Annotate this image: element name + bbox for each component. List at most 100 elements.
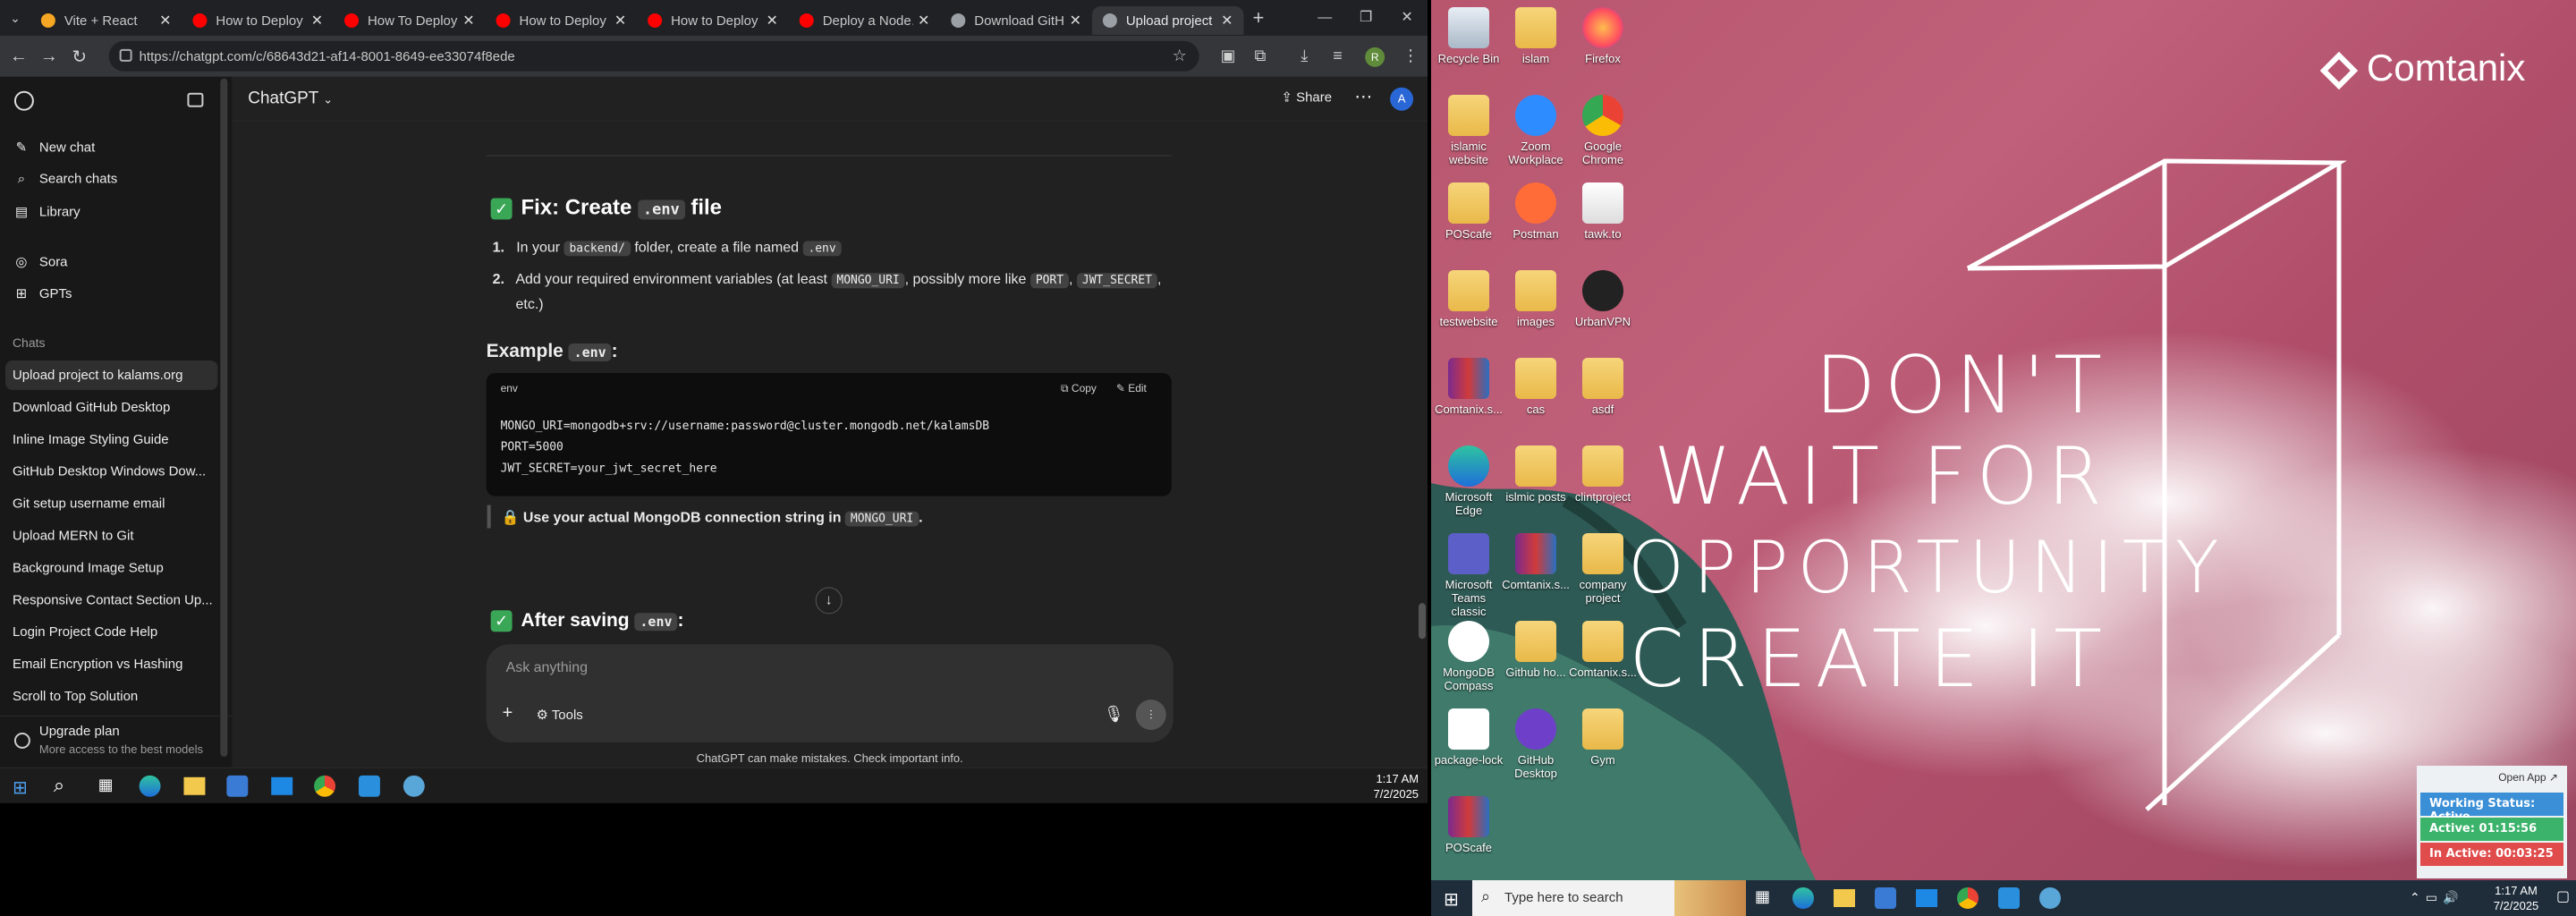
edge-icon[interactable] bbox=[1792, 887, 1814, 909]
desktop-icon[interactable]: clintproject bbox=[1567, 445, 1639, 504]
desktop-icon[interactable]: tawk.to bbox=[1567, 182, 1639, 241]
open-app-link[interactable]: Open App ↗ bbox=[2420, 769, 2563, 785]
tab-close-icon[interactable]: ✕ bbox=[766, 12, 777, 30]
vscode-icon[interactable] bbox=[358, 775, 380, 797]
browser-tab[interactable]: Deploy a Node.js✕ bbox=[789, 6, 941, 35]
openai-logo-icon[interactable] bbox=[13, 90, 34, 111]
download-icon[interactable]: ⤓ bbox=[1301, 47, 1308, 65]
voice-mode-button[interactable]: ⫶ bbox=[1135, 700, 1166, 730]
chat-history-item[interactable]: Git setup username email bbox=[13, 496, 216, 512]
chat-history-item[interactable]: Inline Image Styling Guide bbox=[13, 432, 216, 447]
task-view-icon[interactable]: ▦ bbox=[98, 776, 114, 794]
new-tab-button[interactable]: + bbox=[1252, 6, 1264, 30]
desktop-icon[interactable]: asdf bbox=[1567, 358, 1639, 416]
desktop-icon[interactable]: islmic posts bbox=[1500, 445, 1572, 504]
reload-icon[interactable]: ↻ bbox=[64, 45, 95, 67]
desktop-icon[interactable]: GitHub Desktop bbox=[1500, 708, 1572, 780]
desktop-icon[interactable]: Zoom Workplace bbox=[1500, 95, 1572, 166]
desktop-icon[interactable]: images bbox=[1500, 270, 1572, 328]
upgrade-plan-button[interactable]: Upgrade plan More access to the best mod… bbox=[0, 715, 233, 768]
file-explorer-icon[interactable] bbox=[1834, 889, 1855, 907]
search-icon[interactable]: ⌕ bbox=[54, 774, 64, 797]
tab-close-icon[interactable]: ✕ bbox=[311, 12, 323, 30]
desktop-icon[interactable]: islamic website bbox=[1433, 95, 1504, 166]
close-window-button[interactable]: ✕ bbox=[1386, 0, 1428, 36]
desktop-icon[interactable]: Comtanix.s... bbox=[1567, 621, 1639, 679]
desktop-icon[interactable]: islam bbox=[1500, 7, 1572, 65]
share-button[interactable]: ⇪ Share bbox=[1281, 89, 1332, 106]
library-button[interactable]: ▤ Library bbox=[13, 203, 80, 219]
edit-code-button[interactable]: ✎ Edit bbox=[1116, 382, 1147, 394]
chat-history-item[interactable]: Scroll to Top Solution bbox=[13, 689, 216, 704]
tab-close-icon[interactable]: ✕ bbox=[1221, 12, 1233, 30]
tab-close-icon[interactable]: ✕ bbox=[918, 12, 929, 30]
browser-tab[interactable]: Vite + React ✕ bbox=[30, 6, 182, 35]
chat-history-item[interactable]: Upload MERN to Git bbox=[13, 529, 216, 544]
chat-history-item[interactable]: GitHub Desktop Windows Dow... bbox=[13, 464, 216, 479]
sora-button[interactable]: ◎ Sora bbox=[13, 253, 67, 269]
desktop-icon[interactable]: POScafe bbox=[1433, 796, 1504, 854]
desktop-icon[interactable]: package-lock bbox=[1433, 708, 1504, 767]
desktop-icon[interactable]: Firefox bbox=[1567, 7, 1639, 65]
mail-icon[interactable] bbox=[271, 776, 293, 795]
desktop-icon[interactable]: UrbanVPN bbox=[1567, 270, 1639, 328]
chat-history-item[interactable]: Email Encryption vs Hashing bbox=[13, 657, 216, 672]
tools-button[interactable]: ⚙ Tools bbox=[536, 707, 582, 723]
desktop-icon[interactable]: cas bbox=[1500, 358, 1572, 416]
microphone-icon[interactable]: 🎙 bbox=[1104, 705, 1124, 724]
app-icon[interactable] bbox=[2039, 887, 2061, 909]
url-bar[interactable]: https://chatgpt.com/c/68643d21-af14-8001… bbox=[108, 40, 1199, 72]
main-scrollbar[interactable] bbox=[1419, 603, 1427, 640]
extension-icon[interactable]: ▣ bbox=[1221, 47, 1236, 65]
edge-icon[interactable] bbox=[139, 775, 161, 797]
notification-icon[interactable]: ▢ bbox=[2556, 887, 2570, 905]
desktop-icon[interactable]: Gym bbox=[1567, 708, 1639, 767]
model-selector[interactable]: ChatGPT ⌄ bbox=[248, 89, 333, 109]
desktop-icon[interactable]: Recycle Bin bbox=[1433, 7, 1504, 65]
mail-icon[interactable] bbox=[1916, 889, 1937, 907]
store-icon[interactable] bbox=[226, 775, 249, 797]
maximize-button[interactable]: ❐ bbox=[1345, 0, 1386, 36]
tab-search-icon[interactable]: ⌄ bbox=[0, 10, 30, 25]
chrome-icon[interactable] bbox=[314, 775, 336, 797]
desktop-icon[interactable]: Comtanix.s... bbox=[1500, 533, 1572, 591]
site-info-icon[interactable] bbox=[119, 48, 132, 62]
taskbar-search-box[interactable]: ⌕ Type here to search bbox=[1472, 880, 1746, 916]
tab-close-icon[interactable]: ✕ bbox=[614, 12, 626, 30]
attach-plus-icon[interactable]: + bbox=[503, 703, 513, 724]
extensions-puzzle-icon[interactable]: ⧉ bbox=[1254, 47, 1266, 65]
sidebar-scrollbar[interactable] bbox=[218, 78, 229, 757]
tab-close-icon[interactable]: ✕ bbox=[159, 12, 171, 30]
tab-close-icon[interactable]: ✕ bbox=[1070, 12, 1081, 30]
browser-tab[interactable]: How to Deploy a F✕ bbox=[486, 6, 638, 35]
tab-close-icon[interactable]: ✕ bbox=[462, 12, 474, 30]
task-view-icon[interactable]: ▦ bbox=[1755, 887, 1770, 906]
new-chat-button[interactable]: ✎ New chat bbox=[13, 140, 96, 155]
search-chats-button[interactable]: ⌕ Search chats bbox=[13, 172, 117, 187]
desktop-icon[interactable]: Comtanix.s... bbox=[1433, 358, 1504, 416]
chat-history-item[interactable]: Login Project Code Help bbox=[13, 624, 216, 640]
desktop-icon[interactable]: POScafe bbox=[1433, 182, 1504, 241]
user-avatar[interactable]: A bbox=[1390, 87, 1414, 111]
bookmark-star-icon[interactable]: ☆ bbox=[1173, 47, 1187, 65]
desktop-icon[interactable]: testwebsite bbox=[1433, 270, 1504, 328]
forward-icon[interactable]: → bbox=[34, 46, 64, 66]
start-icon[interactable]: ⊞ bbox=[1444, 888, 1459, 911]
browser-tab[interactable]: Download GitHub✕ bbox=[940, 6, 1092, 35]
chrome-icon[interactable] bbox=[1957, 887, 1979, 909]
minimize-button[interactable]: — bbox=[1304, 0, 1345, 36]
start-icon[interactable]: ⊞ bbox=[13, 776, 28, 799]
desktop-icon[interactable]: Postman bbox=[1500, 182, 1572, 241]
copy-code-button[interactable]: ⧉ Copy bbox=[1061, 382, 1097, 395]
vscode-icon[interactable] bbox=[1998, 887, 2020, 909]
gpts-button[interactable]: ⊞ GPTs bbox=[13, 285, 72, 301]
browser-tab[interactable]: How To Deploy M✕ bbox=[334, 6, 486, 35]
desktop-icon[interactable]: Microsoft Edge bbox=[1433, 445, 1504, 517]
profile-avatar[interactable]: R bbox=[1365, 47, 1385, 67]
back-icon[interactable]: ← bbox=[4, 46, 34, 66]
desktop-icon[interactable]: Google Chrome bbox=[1567, 95, 1639, 166]
desktop-icon[interactable]: MongoDB Compass bbox=[1433, 621, 1504, 692]
more-options-icon[interactable]: ⋯ bbox=[1354, 86, 1372, 108]
app-icon[interactable] bbox=[402, 775, 425, 797]
prompt-input[interactable]: Ask anything bbox=[506, 660, 588, 676]
